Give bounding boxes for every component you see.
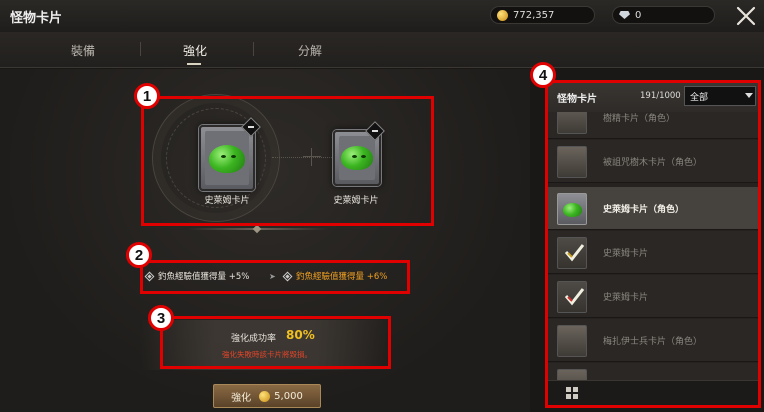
annotation-box-card-list (545, 80, 761, 408)
divider-ornament (188, 224, 328, 234)
gem-display: 0 (612, 6, 715, 24)
annotation-number-1: 1 (134, 83, 160, 109)
tab-dismantle[interactable]: 分解 (270, 42, 350, 59)
tab-bar: 裝備 強化 分解 (0, 32, 764, 68)
tab-separator (253, 42, 254, 56)
tab-enhance[interactable]: 強化 (155, 42, 235, 59)
annotation-box-rate (160, 316, 391, 369)
enhance-button-label: 強化 (231, 392, 252, 404)
active-tab-indicator (187, 63, 201, 67)
gold-coin-icon (497, 9, 508, 21)
gold-coin-icon (259, 390, 271, 402)
tab-separator (140, 42, 141, 56)
annotation-number-4: 4 (530, 62, 556, 88)
annotation-number-2: 2 (126, 242, 152, 268)
enhance-button-cost: 5,000 (274, 390, 303, 402)
gem-icon (619, 11, 630, 19)
close-icon[interactable] (735, 5, 757, 27)
annotation-box-cards (141, 96, 434, 226)
gold-amount: 772,357 (513, 9, 555, 21)
ornament-gem (252, 224, 262, 234)
annotation-number-3: 3 (148, 305, 174, 331)
enhance-button[interactable]: 強化 5,000 (213, 384, 321, 408)
window-title: 怪物卡片 (10, 11, 63, 26)
tab-equip[interactable]: 裝備 (43, 42, 123, 59)
gem-amount: 0 (635, 9, 642, 21)
gold-display: 772,357 (490, 6, 595, 24)
annotation-box-stats (140, 260, 410, 294)
